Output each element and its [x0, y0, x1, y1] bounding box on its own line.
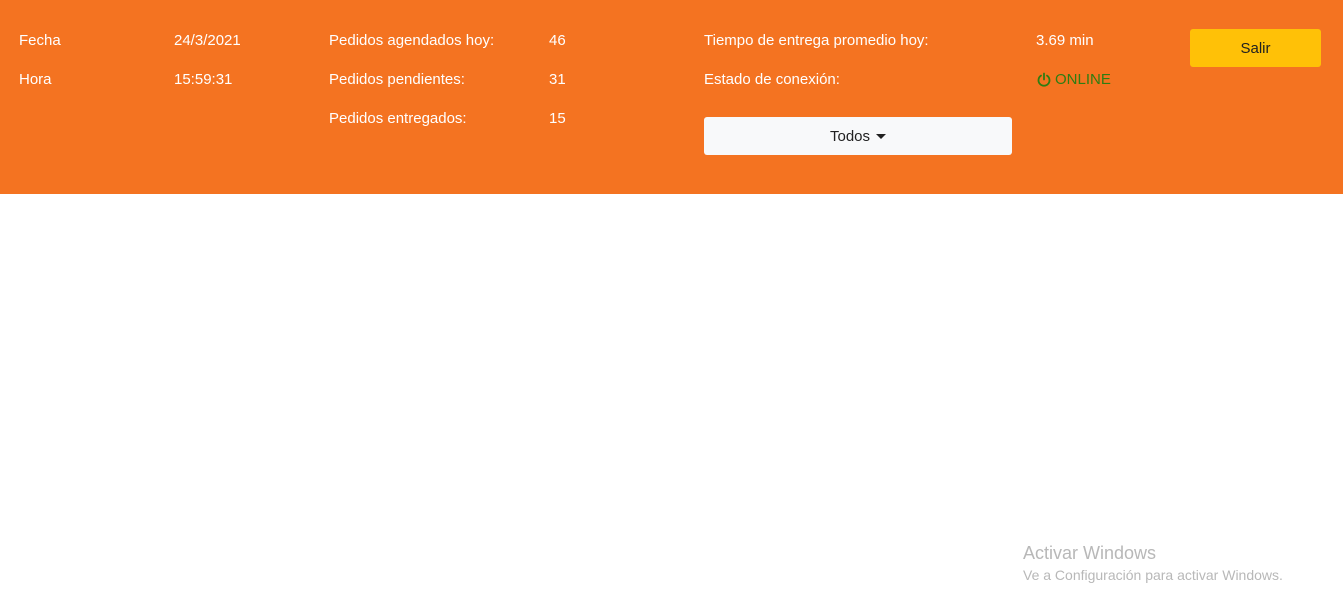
- caret-down-icon: [876, 134, 887, 139]
- fecha-label: Fecha: [19, 32, 61, 49]
- hora-value: 15:59:31: [174, 71, 233, 88]
- pedidos-pendientes-label: Pedidos pendientes:: [329, 71, 465, 88]
- top-status-bar: Fecha 24/3/2021 Hora 15:59:31 Pedidos ag…: [0, 0, 1343, 194]
- windows-activation-watermark: Activar Windows Ve a Configuración para …: [1023, 542, 1283, 585]
- power-icon: [1036, 72, 1052, 88]
- logout-button[interactable]: Salir: [1190, 29, 1321, 67]
- filter-dropdown-button[interactable]: Todos: [704, 117, 1012, 155]
- tiempo-entrega-value: 3.69 min: [1036, 32, 1094, 49]
- filter-dropdown-label: Todos: [829, 127, 871, 145]
- pedidos-agendados-label: Pedidos agendados hoy:: [329, 32, 495, 49]
- fecha-value: 24/3/2021: [174, 32, 241, 49]
- estado-conexion-label: Estado de conexión:: [704, 71, 840, 88]
- pedidos-agendados-value: 46: [549, 32, 566, 49]
- hora-label: Hora: [19, 71, 52, 88]
- connection-status: ONLINE: [1036, 70, 1111, 90]
- pedidos-pendientes-value: 31: [549, 71, 566, 88]
- pedidos-entregados-value: 15: [549, 110, 566, 127]
- connection-status-text: ONLINE: [1055, 71, 1111, 88]
- watermark-subtitle: Ve a Configuración para activar Windows.: [1023, 567, 1283, 583]
- watermark-title: Activar Windows: [1023, 543, 1157, 563]
- tiempo-entrega-label: Tiempo de entrega promedio hoy:: [704, 32, 929, 49]
- pedidos-entregados-label: Pedidos entregados:: [329, 110, 467, 127]
